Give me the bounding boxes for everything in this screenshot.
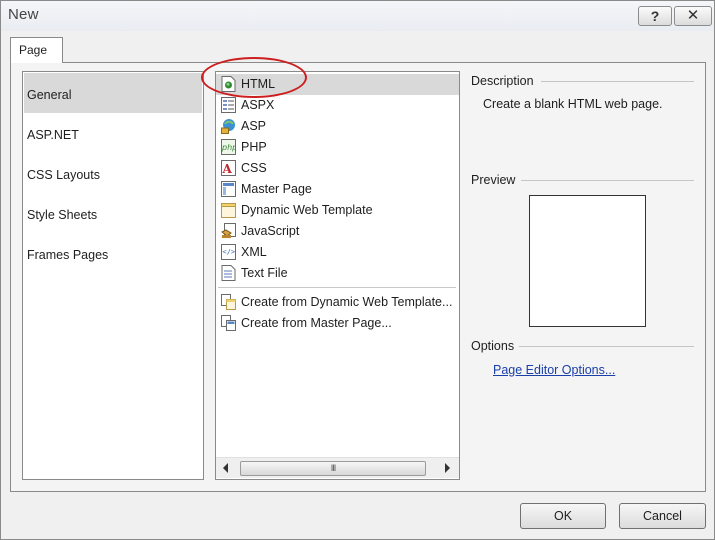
template-item-php[interactable]: php PHP [216, 137, 459, 158]
description-label: Description [471, 74, 534, 88]
annotation-highlight-oval [201, 57, 307, 98]
template-item-aspx[interactable]: ASPX [216, 95, 459, 116]
template-label: JavaScript [241, 224, 300, 238]
preview-divider [521, 180, 694, 181]
template-label: XML [241, 245, 267, 259]
category-item-asp-net[interactable]: ASP.NET [24, 113, 202, 153]
template-list: HTML ASPX ASP php PHP A CSS Master Page … [215, 71, 460, 480]
template-item-master-page[interactable]: Master Page [216, 179, 459, 200]
preview-thumbnail [529, 195, 646, 327]
template-label: Master Page [241, 182, 312, 196]
horizontal-scrollbar[interactable]: III [216, 457, 459, 478]
title-bar: New ? ✕ [1, 1, 714, 31]
template-item-javascript[interactable]: JavaScript [216, 221, 459, 242]
cancel-button[interactable]: Cancel [619, 503, 706, 529]
scroll-left-arrow-icon[interactable] [223, 463, 228, 473]
svg-text:</>: </> [223, 248, 236, 256]
template-item-xml[interactable]: </> XML [216, 242, 459, 263]
description-divider [541, 81, 694, 82]
dialog-title: New [8, 6, 39, 23]
php-file-icon: php [221, 139, 236, 155]
svg-text:A: A [222, 162, 233, 176]
template-label: Create from Master Page... [241, 316, 392, 330]
description-text: Create a blank HTML web page. [483, 97, 663, 111]
category-list: General ASP.NET CSS Layouts Style Sheets… [22, 71, 204, 480]
create-from-dwt-icon [221, 294, 236, 310]
aspx-file-icon [221, 97, 236, 113]
text-file-icon [221, 265, 236, 281]
template-label: CSS [241, 161, 267, 175]
ok-button[interactable]: OK [520, 503, 606, 529]
template-separator [218, 287, 456, 288]
template-label: ASP [241, 119, 267, 133]
template-item-text-file[interactable]: Text File [216, 263, 459, 284]
template-label: Create from Dynamic Web Template... [241, 295, 453, 309]
options-label: Options [471, 339, 515, 353]
asp-file-icon [221, 119, 235, 134]
svg-text:php: php [221, 143, 236, 152]
template-item-dynamic-web-template[interactable]: Dynamic Web Template [216, 200, 459, 221]
template-label: Dynamic Web Template [241, 203, 373, 217]
help-button[interactable]: ? [638, 6, 672, 26]
scroll-right-arrow-icon[interactable] [445, 463, 450, 473]
new-dialog: New ? ✕ Page General ASP.NET CSS Layouts… [0, 0, 715, 540]
tab-page[interactable]: Page [10, 37, 63, 63]
template-item-create-from-dwt[interactable]: Create from Dynamic Web Template... [216, 292, 459, 313]
template-label: Text File [241, 266, 288, 280]
category-item-style-sheets[interactable]: Style Sheets [24, 193, 202, 233]
create-from-master-icon [221, 315, 236, 331]
template-label: PHP [241, 140, 267, 154]
xml-file-icon: </> [221, 244, 236, 260]
template-item-asp[interactable]: ASP [216, 116, 459, 137]
scrollbar-thumb[interactable]: III [240, 461, 426, 476]
close-button[interactable]: ✕ [674, 6, 712, 26]
dynamic-web-template-icon [221, 203, 236, 218]
page-editor-options-link[interactable]: Page Editor Options... [493, 363, 615, 377]
category-item-frames-pages[interactable]: Frames Pages [24, 233, 202, 273]
category-item-css-layouts[interactable]: CSS Layouts [24, 153, 202, 193]
preview-label: Preview [471, 173, 516, 187]
css-file-icon: A [221, 160, 236, 176]
template-item-create-from-master[interactable]: Create from Master Page... [216, 313, 459, 334]
master-page-icon [221, 181, 236, 197]
category-item-general[interactable]: General [24, 73, 202, 113]
options-divider [519, 346, 694, 347]
template-label: ASPX [241, 98, 275, 112]
javascript-file-icon [221, 223, 236, 238]
template-item-css[interactable]: A CSS [216, 158, 459, 179]
